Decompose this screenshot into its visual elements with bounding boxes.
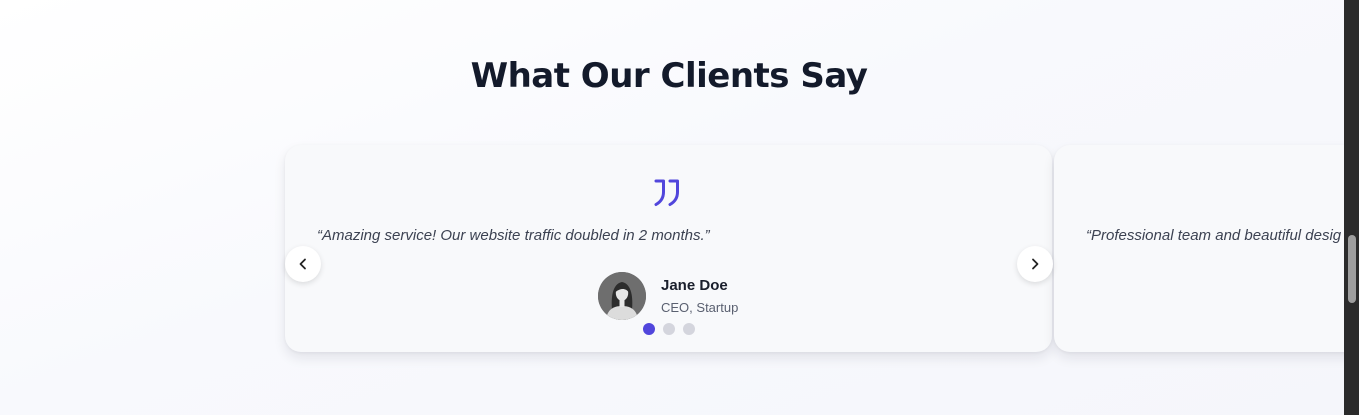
testimonials-section: What Our Clients Say “Amazing service! O… [0,0,1359,415]
carousel-dots [643,323,703,335]
carousel-dot-3[interactable] [683,323,695,335]
avatar [598,272,646,320]
scrollbar[interactable] [1344,0,1359,415]
chevron-left-icon [299,258,306,270]
quote-icon [654,179,679,206]
author-info: Jane Doe CEO, Startup [661,277,738,316]
carousel-next-button[interactable] [1017,246,1053,282]
testimonial-quote-next: “Professional team and beautiful desig [1086,227,1342,244]
testimonial-card: “Amazing service! Our website traffic do… [285,145,1052,352]
scrollbar-thumb[interactable] [1348,235,1356,303]
author-role: CEO, Startup [661,299,739,315]
carousel-dot-2[interactable] [663,323,675,335]
author-name: Jane Doe [661,276,728,294]
carousel-dot-1[interactable] [643,323,655,335]
chevron-right-icon [1032,258,1039,270]
carousel-prev-button[interactable] [285,246,321,282]
testimonial-author: Jane Doe CEO, Startup [598,272,738,320]
testimonial-card-next: “Professional team and beautiful desig [1054,145,1359,352]
testimonial-quote: “Amazing service! Our website traffic do… [317,227,710,244]
section-title: What Our Clients Say [470,56,868,96]
